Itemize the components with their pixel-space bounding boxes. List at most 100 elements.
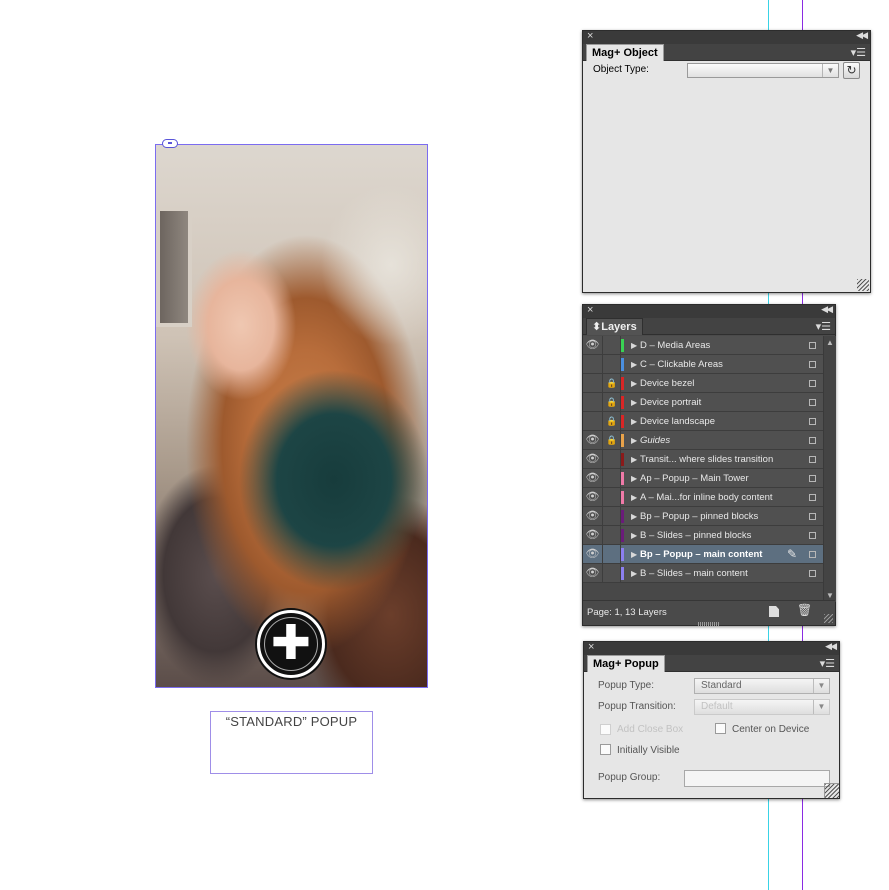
layer-row[interactable]: 👁 ▶ B – Slides – pinned blocks <box>583 526 823 545</box>
layer-row[interactable]: 👁 ▶ A – Mai...for inline body content <box>583 488 823 507</box>
disclosure-triangle-icon[interactable]: ▶ <box>631 507 637 526</box>
lock-toggle[interactable] <box>604 450 621 469</box>
image-frame[interactable] <box>155 144 428 688</box>
scroll-down-icon[interactable]: ▼ <box>826 591 834 600</box>
disclosure-triangle-icon[interactable]: ▶ <box>631 488 637 507</box>
panel-drag-handle[interactable] <box>698 622 720 626</box>
lock-toggle[interactable] <box>604 507 621 526</box>
layer-row[interactable]: 👁 ▶ B – Slides – main content <box>583 564 823 583</box>
layers-scrollbar[interactable]: ▲ ▼ <box>823 336 836 602</box>
lock-icon[interactable]: 🔒 <box>604 412 621 431</box>
popup-group-input[interactable] <box>684 770 830 787</box>
eye-icon[interactable] <box>583 412 603 431</box>
lock-toggle[interactable] <box>604 526 621 545</box>
layer-row-selected[interactable]: 👁 ▶ Bp – Popup – main content ✎ <box>583 545 823 564</box>
lock-toggle[interactable] <box>604 564 621 583</box>
layer-row[interactable]: 🔒 ▶ Device portrait <box>583 393 823 412</box>
target-box[interactable] <box>809 380 816 387</box>
lock-icon[interactable]: 🔒 <box>604 431 621 450</box>
resize-grip[interactable] <box>824 614 833 623</box>
initially-visible-checkbox[interactable] <box>600 744 611 755</box>
panel-menu-icon[interactable]: ▾☰ <box>820 657 835 670</box>
lock-toggle[interactable] <box>604 355 621 374</box>
popup-label-text: “STANDARD” POPUP <box>225 714 358 729</box>
layer-row[interactable]: 👁 ▶ D – Media Areas <box>583 336 823 355</box>
layer-row[interactable]: ▶ C – Clickable Areas <box>583 355 823 374</box>
eye-icon[interactable] <box>583 393 603 412</box>
resize-grip[interactable] <box>824 783 839 798</box>
close-icon[interactable]: × <box>587 30 593 42</box>
popup-plus-button[interactable]: ✚ <box>257 610 325 678</box>
target-box[interactable] <box>809 342 816 349</box>
object-type-select[interactable]: ▼ <box>687 63 839 78</box>
target-box[interactable] <box>809 399 816 406</box>
target-box[interactable] <box>809 551 816 558</box>
eye-icon[interactable]: 👁 <box>583 507 603 526</box>
lock-icon[interactable]: 🔒 <box>604 393 621 412</box>
refresh-button[interactable]: ↻ <box>843 62 860 79</box>
close-icon[interactable]: × <box>588 641 594 653</box>
new-layer-icon[interactable] <box>769 606 779 617</box>
lock-toggle[interactable] <box>604 336 621 355</box>
target-box[interactable] <box>809 494 816 501</box>
eye-icon[interactable]: 👁 <box>583 564 603 583</box>
lock-toggle[interactable] <box>604 545 621 564</box>
eye-icon[interactable] <box>583 374 603 393</box>
add-close-box-checkbox[interactable] <box>600 724 611 735</box>
disclosure-triangle-icon[interactable]: ▶ <box>631 336 637 355</box>
disclosure-triangle-icon[interactable]: ▶ <box>631 526 637 545</box>
close-icon[interactable]: × <box>587 304 593 316</box>
disclosure-triangle-icon[interactable]: ▶ <box>631 355 637 374</box>
popup-label-frame[interactable]: “STANDARD” POPUP <box>210 711 373 774</box>
eye-icon[interactable]: 👁 <box>583 526 603 545</box>
eye-icon[interactable]: 👁 <box>583 450 603 469</box>
trash-icon[interactable]: 🗑 <box>797 603 812 617</box>
disclosure-triangle-icon[interactable]: ▶ <box>631 450 637 469</box>
lock-toggle[interactable] <box>604 469 621 488</box>
popup-transition-select[interactable]: Default ▼ <box>694 699 830 715</box>
resize-grip[interactable] <box>857 279 869 291</box>
collapse-icon[interactable]: ◀◀ <box>825 641 837 652</box>
popup-type-select[interactable]: Standard ▼ <box>694 678 830 694</box>
disclosure-triangle-icon[interactable]: ▶ <box>631 374 637 393</box>
target-box[interactable] <box>809 361 816 368</box>
eye-icon[interactable]: 👁 <box>583 488 603 507</box>
disclosure-triangle-icon[interactable]: ▶ <box>631 469 637 488</box>
layer-row[interactable]: 👁 ▶ Transit... where slides transition <box>583 450 823 469</box>
eye-icon[interactable]: 👁 <box>583 336 603 355</box>
target-box[interactable] <box>809 456 816 463</box>
target-box[interactable] <box>809 513 816 520</box>
target-box[interactable] <box>809 475 816 482</box>
panel-menu-icon[interactable]: ▾☰ <box>816 320 831 333</box>
layer-row[interactable]: 👁 ▶ Bp – Popup – pinned blocks <box>583 507 823 526</box>
center-on-device-checkbox[interactable] <box>715 723 726 734</box>
tab-mag-popup[interactable]: Mag+ Popup <box>587 655 665 672</box>
tab-mag-object[interactable]: Mag+ Object <box>586 44 664 61</box>
tab-layers[interactable]: ⬍Layers <box>586 318 643 335</box>
disclosure-triangle-icon[interactable]: ▶ <box>631 393 637 412</box>
target-box[interactable] <box>809 532 816 539</box>
disclosure-triangle-icon[interactable]: ▶ <box>631 564 637 583</box>
layer-row[interactable]: 🔒 ▶ Device bezel <box>583 374 823 393</box>
collapse-icon[interactable]: ◀◀ <box>821 304 833 315</box>
panel-topbar: × ◀◀ <box>584 641 839 655</box>
lock-icon[interactable]: 🔒 <box>604 374 621 393</box>
target-box[interactable] <box>809 437 816 444</box>
target-box[interactable] <box>809 418 816 425</box>
layer-row[interactable]: 👁 🔒 ▶ Guides <box>583 431 823 450</box>
collapse-icon[interactable]: ◀◀ <box>856 30 868 41</box>
eye-icon[interactable]: 👁 <box>583 469 603 488</box>
layer-row[interactable]: 🔒 ▶ Device landscape <box>583 412 823 431</box>
disclosure-triangle-icon[interactable]: ▶ <box>631 545 637 564</box>
layer-row[interactable]: 👁 ▶ Ap – Popup – Main Tower <box>583 469 823 488</box>
eye-icon[interactable] <box>583 355 603 374</box>
eye-icon[interactable]: 👁 <box>583 431 603 450</box>
disclosure-triangle-icon[interactable]: ▶ <box>631 431 637 450</box>
scroll-up-icon[interactable]: ▲ <box>826 338 834 347</box>
disclosure-triangle-icon[interactable]: ▶ <box>631 412 637 431</box>
lock-toggle[interactable] <box>604 488 621 507</box>
target-box[interactable] <box>809 570 816 577</box>
link-icon[interactable] <box>162 139 178 148</box>
panel-menu-icon[interactable]: ▾☰ <box>851 46 866 59</box>
eye-icon[interactable]: 👁 <box>583 545 603 564</box>
